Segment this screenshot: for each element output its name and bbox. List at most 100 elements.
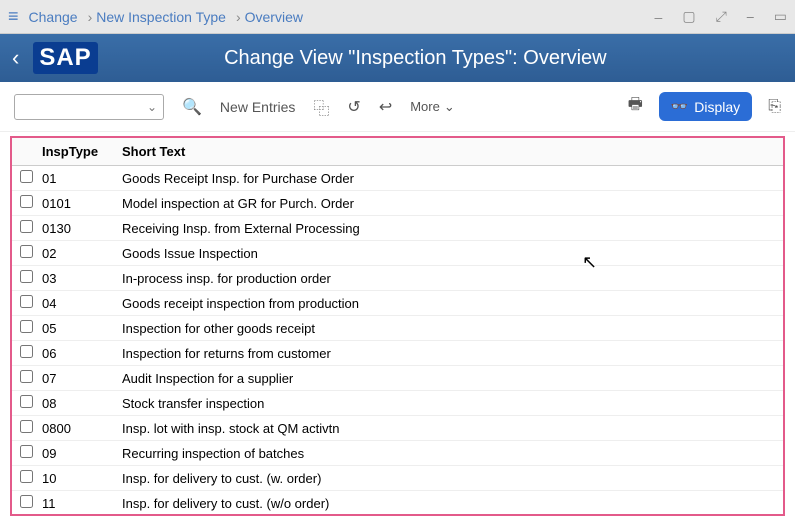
row-shorttext[interactable]: Goods Receipt Insp. for Purchase Order (114, 166, 783, 191)
window-close-icon[interactable]: ⎯ (747, 8, 754, 25)
row-checkbox[interactable] (20, 470, 33, 483)
row-checkbox[interactable] (20, 495, 33, 508)
row-insptype[interactable]: 03 (34, 266, 114, 291)
row-checkbox-cell (12, 466, 34, 491)
crumb-change[interactable]: Change (29, 9, 78, 25)
crumb-sep: › (88, 9, 93, 25)
hamburger-icon[interactable]: ≡ (8, 6, 19, 27)
col-insptype[interactable]: InspType (34, 138, 114, 166)
table-row[interactable]: 0130Receiving Insp. from External Proces… (12, 216, 783, 241)
table-row[interactable]: 03In-process insp. for production order (12, 266, 783, 291)
table-row[interactable]: 02Goods Issue Inspection (12, 241, 783, 266)
row-shorttext[interactable]: Recurring inspection of batches (114, 441, 783, 466)
table-row[interactable]: 10Insp. for delivery to cust. (w. order) (12, 466, 783, 491)
row-insptype[interactable]: 02 (34, 241, 114, 266)
crumb-sep: › (236, 9, 241, 25)
row-insptype[interactable]: 05 (34, 316, 114, 341)
menubar: ≡ Change › New Inspection Type › Overvie… (0, 0, 795, 34)
row-checkbox-cell (12, 341, 34, 366)
row-checkbox[interactable] (20, 420, 33, 433)
row-insptype[interactable]: 06 (34, 341, 114, 366)
row-checkbox-cell (12, 366, 34, 391)
undo-icon[interactable]: ↺ (347, 97, 360, 117)
toolbar: ⌄ 🔍 New Entries ⿻ ↺ ↩ More ⌄ 🖶 👓 Display… (0, 82, 795, 132)
table-row[interactable]: 04Goods receipt inspection from producti… (12, 291, 783, 316)
row-checkbox[interactable] (20, 220, 33, 233)
table-row[interactable]: 06Inspection for returns from customer (12, 341, 783, 366)
row-checkbox-cell (12, 166, 34, 191)
menubar-right: – ▢ ⤢ ⎯ ▭ (655, 8, 787, 25)
row-checkbox[interactable] (20, 445, 33, 458)
row-checkbox[interactable] (20, 170, 33, 183)
row-shorttext[interactable]: Model inspection at GR for Purch. Order (114, 191, 783, 216)
table-row[interactable]: 0101Model inspection at GR for Purch. Or… (12, 191, 783, 216)
print-icon[interactable]: 🖶 (628, 93, 643, 120)
more-menu[interactable]: More ⌄ (410, 99, 455, 115)
row-checkbox[interactable] (20, 295, 33, 308)
new-entries-button[interactable]: New Entries (220, 99, 295, 115)
row-insptype[interactable]: 08 (34, 391, 114, 416)
row-checkbox[interactable] (20, 245, 33, 258)
row-shorttext[interactable]: Insp. for delivery to cust. (w/o order) (114, 491, 783, 516)
row-shorttext[interactable]: Stock transfer inspection (114, 391, 783, 416)
table-row[interactable]: 08Stock transfer inspection (12, 391, 783, 416)
row-shorttext[interactable]: Receiving Insp. from External Processing (114, 216, 783, 241)
row-insptype[interactable]: 01 (34, 166, 114, 191)
col-shorttext[interactable]: Short Text (114, 138, 783, 166)
toolbar-right: 🖶 👓 Display ⎘ (628, 92, 781, 121)
row-shorttext[interactable]: Goods Issue Inspection (114, 241, 783, 266)
window-action-icon[interactable]: ⤢ (716, 8, 727, 25)
table-wrap: InspType Short Text 01Goods Receipt Insp… (10, 136, 785, 516)
row-checkbox-cell (12, 441, 34, 466)
combo-dropdown[interactable]: ⌄ (14, 94, 164, 120)
table-row[interactable]: 05Inspection for other goods receipt (12, 316, 783, 341)
row-checkbox[interactable] (20, 370, 33, 383)
row-shorttext[interactable]: Audit Inspection for a supplier (114, 366, 783, 391)
chevron-down-icon: ⌄ (147, 100, 157, 114)
row-checkbox[interactable] (20, 395, 33, 408)
search-icon[interactable]: 🔍 (182, 97, 202, 117)
table-row[interactable]: 11Insp. for delivery to cust. (w/o order… (12, 491, 783, 516)
back-icon[interactable]: ‹ (12, 45, 19, 71)
table-row[interactable]: 07Audit Inspection for a supplier (12, 366, 783, 391)
row-shorttext[interactable]: Goods receipt inspection from production (114, 291, 783, 316)
row-shorttext[interactable]: In-process insp. for production order (114, 266, 783, 291)
row-shorttext[interactable]: Inspection for returns from customer (114, 341, 783, 366)
table-row[interactable]: 0800Insp. lot with insp. stock at QM act… (12, 416, 783, 441)
window-controls-icon[interactable]: ▭ (774, 8, 787, 25)
window-square-icon[interactable]: ▢ (682, 8, 695, 25)
more-label: More (410, 99, 440, 114)
chevron-down-icon: ⌄ (444, 99, 455, 115)
sap-logo: SAP (33, 42, 97, 74)
row-insptype[interactable]: 07 (34, 366, 114, 391)
row-insptype[interactable]: 0101 (34, 191, 114, 216)
row-shorttext[interactable]: Insp. for delivery to cust. (w. order) (114, 466, 783, 491)
page-title: Change View "Inspection Types": Overview (138, 47, 693, 70)
crumb-overview[interactable]: Overview (245, 9, 303, 25)
table-row[interactable]: 09Recurring inspection of batches (12, 441, 783, 466)
row-checkbox-cell (12, 216, 34, 241)
row-insptype[interactable]: 10 (34, 466, 114, 491)
row-checkbox-cell (12, 316, 34, 341)
row-insptype[interactable]: 11 (34, 491, 114, 516)
minimize-thin-icon[interactable]: – (655, 9, 663, 25)
row-checkbox[interactable] (20, 195, 33, 208)
back-step-icon[interactable]: ↩ (379, 97, 392, 117)
row-shorttext[interactable]: Insp. lot with insp. stock at QM activtn (114, 416, 783, 441)
table-row[interactable]: 01Goods Receipt Insp. for Purchase Order (12, 166, 783, 191)
row-checkbox[interactable] (20, 320, 33, 333)
copy-icon[interactable]: ⿻ (313, 95, 329, 119)
exit-icon[interactable]: ⎘ (768, 98, 781, 116)
row-insptype[interactable]: 0800 (34, 416, 114, 441)
row-shorttext[interactable]: Inspection for other goods receipt (114, 316, 783, 341)
row-checkbox[interactable] (20, 345, 33, 358)
row-insptype[interactable]: 0130 (34, 216, 114, 241)
row-checkbox[interactable] (20, 270, 33, 283)
row-insptype[interactable]: 09 (34, 441, 114, 466)
display-button[interactable]: 👓 Display (659, 92, 752, 121)
row-insptype[interactable]: 04 (34, 291, 114, 316)
crumb-new-type[interactable]: New Inspection Type (96, 9, 226, 25)
header: ‹ SAP Change View "Inspection Types": Ov… (0, 34, 795, 82)
glasses-icon: 👓 (671, 98, 688, 115)
row-checkbox-cell (12, 291, 34, 316)
